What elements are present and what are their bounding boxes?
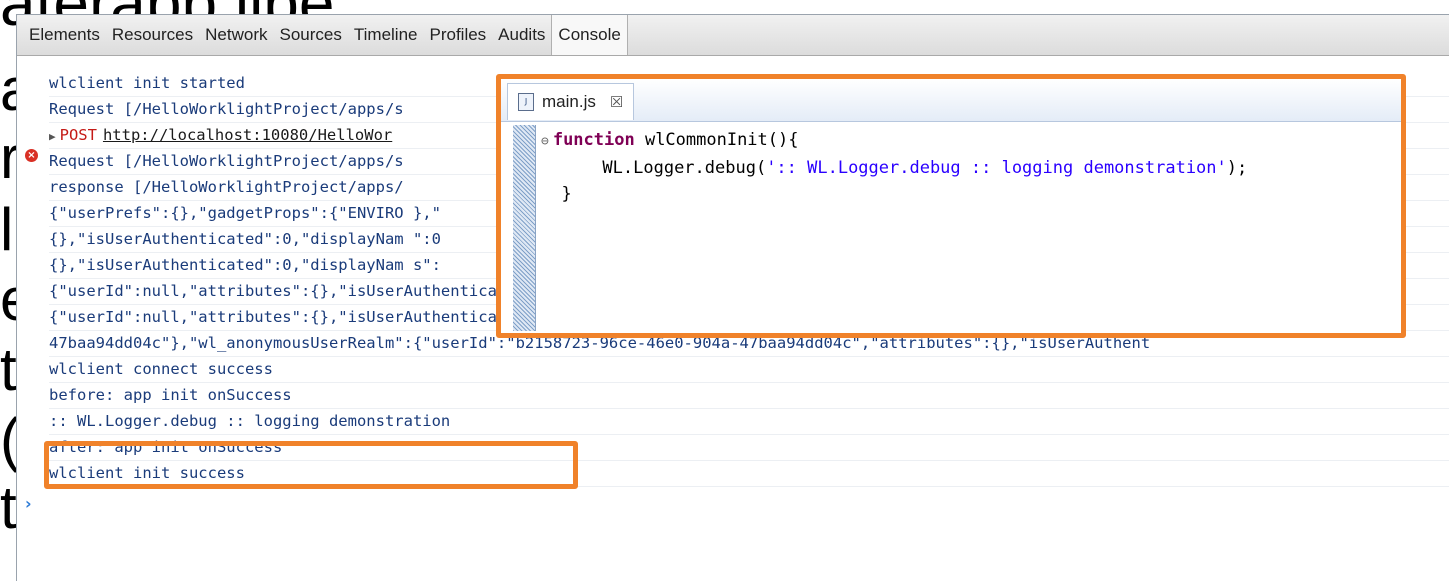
console-line: wlclient connect success [49, 356, 1449, 383]
code-editor-overlay: J main.js ☒ ⊖ function wlCommonInit(){ WL… [496, 74, 1406, 338]
code-call-suffix: ); [1226, 158, 1248, 178]
code-area[interactable]: ⊖ function wlCommonInit(){ WL.Logger.debu… [541, 127, 1247, 207]
close-icon[interactable]: ☒ [610, 93, 623, 111]
editor-annotation-ruler [513, 125, 536, 331]
tab-audits[interactable]: Audits [492, 15, 551, 55]
editor-tab-label: main.js [542, 92, 596, 111]
editor-tab-main-js[interactable]: J main.js ☒ [507, 83, 635, 120]
code-string: ':: WL.Logger.debug :: logging demonstra… [766, 158, 1227, 178]
tab-timeline[interactable]: Timeline [348, 15, 424, 55]
request-method: POST [59, 126, 97, 144]
editor-tabbar: J main.js ☒ [501, 79, 1401, 122]
log-highlight-box [44, 441, 578, 489]
slide-text-fragment: l [0, 196, 14, 263]
code-closing-brace: } [561, 184, 572, 204]
console-line: before: app init onSuccess [49, 382, 1449, 409]
devtools-tabbar: Elements Resources Network Sources Timel… [17, 15, 1449, 56]
code-keyword: function [552, 130, 635, 150]
tab-sources[interactable]: Sources [274, 15, 348, 55]
console-line-highlighted: :: WL.Logger.debug :: logging demonstrat… [49, 408, 1449, 435]
expand-triangle-icon[interactable]: ▶ [49, 130, 56, 143]
js-file-icon: J [518, 93, 534, 111]
error-icon: × [25, 149, 38, 162]
console-prompt-icon[interactable]: › [25, 494, 32, 513]
tab-profiles[interactable]: Profiles [423, 15, 492, 55]
code-fn-name: wlCommonInit(){ [634, 130, 799, 150]
fold-icon[interactable]: ⊖ [541, 134, 549, 149]
slide-text-fragment: t [0, 474, 17, 541]
tab-network[interactable]: Network [199, 15, 273, 55]
tab-elements[interactable]: Elements [23, 15, 106, 55]
tab-resources[interactable]: Resources [106, 15, 199, 55]
code-call-prefix: WL.Logger.debug( [602, 158, 767, 178]
request-url-link[interactable]: http://localhost:10080/HelloWor [103, 126, 392, 144]
slide-text-fragment: t [0, 336, 17, 403]
tab-console[interactable]: Console [551, 15, 628, 55]
